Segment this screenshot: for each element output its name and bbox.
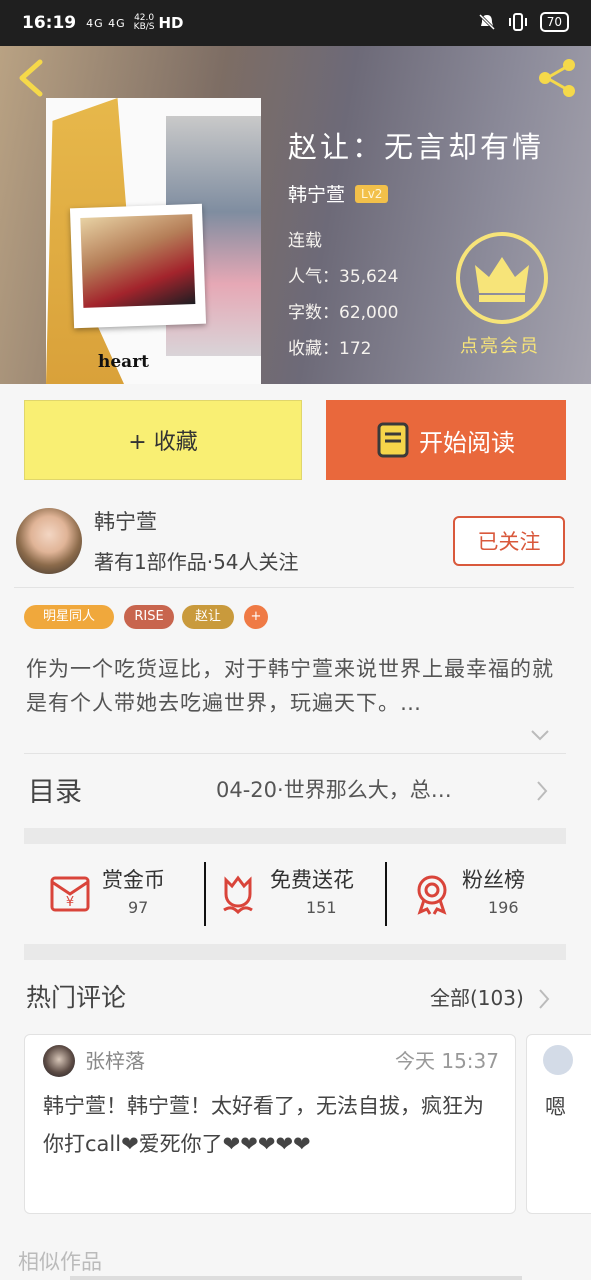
toc-label[interactable]: 目录 <box>28 770 82 809</box>
favorite-count: 收藏：172 <box>288 339 372 359</box>
comment-card[interactable]: 张梓落 今天 15:37 韩宁萱！韩宁萱！太好看了，无法自拔，疯狂为你打call… <box>24 1034 516 1214</box>
author-card-name[interactable]: 韩宁萱 <box>94 506 157 536</box>
mute-icon <box>478 13 495 31</box>
status-bar: 16:19 4G 4G 42.0 KB/S HD 70 <box>0 0 591 46</box>
stat-separator <box>385 862 387 926</box>
stat-flower-value: 151 <box>306 898 337 917</box>
start-reading-label: 开始阅读 <box>419 428 515 457</box>
stat-reward-label: 赏金币 <box>102 868 165 892</box>
book-cover[interactable]: heart <box>46 98 261 384</box>
battery-indicator: 70 <box>539 12 569 32</box>
hot-comments-title: 热门评论 <box>26 983 127 1012</box>
book-icon <box>377 422 409 458</box>
stat-separator <box>204 862 206 926</box>
section-band <box>24 944 566 960</box>
all-comments-link[interactable]: 全部(103) <box>430 982 524 1011</box>
follow-button[interactable]: 已关注 <box>453 516 565 566</box>
author-name[interactable]: 韩宁萱 <box>288 180 345 207</box>
stat-reward-value: 97 <box>128 898 149 917</box>
red-envelope-icon: ¥ <box>50 876 90 912</box>
commenter-avatar[interactable] <box>543 1045 573 1075</box>
polaroid-image <box>80 214 196 308</box>
book-description: 作为一个吃货逗比，对于韩宁萱来说世界上最幸福的就是有个人带她去吃遍世界，玩遍天下… <box>26 657 554 715</box>
network-speed: 42.0 KB/S <box>134 14 155 32</box>
start-reading-button[interactable]: 开始阅读 <box>326 400 566 480</box>
tag-rise[interactable]: RISE <box>124 605 174 629</box>
comment-card[interactable]: 嗯 <box>526 1034 591 1214</box>
section-band <box>24 828 566 844</box>
medal-icon <box>417 875 447 915</box>
toc-latest-chapter[interactable]: 04-20·世界那么大，总… <box>216 774 452 804</box>
divider <box>14 587 574 588</box>
divider <box>70 1276 522 1280</box>
similar-works-title: 相似作品 <box>18 1250 102 1274</box>
flower-icon <box>223 875 253 915</box>
vip-label[interactable]: 点亮会员 <box>460 332 540 358</box>
comment-time: 今天 15:37 <box>395 1049 499 1073</box>
signal-indicator: 4G 4G <box>86 16 126 30</box>
cover-polaroid <box>69 203 207 329</box>
add-tag-button[interactable]: + <box>244 605 268 629</box>
commenter-avatar[interactable] <box>43 1045 75 1077</box>
author-card-info: 著有1部作品·54人关注 <box>94 550 299 574</box>
share-icon[interactable] <box>535 56 579 100</box>
comment-text: 嗯 <box>545 1095 566 1119</box>
serial-status: 连载 <box>288 231 322 251</box>
cover-caption: heart <box>98 352 149 372</box>
commenter-name[interactable]: 张梓落 <box>85 1045 145 1074</box>
book-author: 韩宁萱 Lv2 <box>288 180 389 207</box>
status-time: 16:19 <box>22 13 77 33</box>
book-title: 赵让：无言却有情 <box>288 130 545 164</box>
back-arrow-icon[interactable] <box>14 58 50 98</box>
chevron-down-icon[interactable] <box>530 728 550 742</box>
tag-zhaorang[interactable]: 赵让 <box>182 605 234 629</box>
book-header: heart 赵让：无言却有情 韩宁萱 Lv2 连载 人气：35,624 字数：6… <box>0 46 591 384</box>
stat-fans-value: 196 <box>488 898 519 917</box>
stat-fans-label: 粉丝榜 <box>462 868 525 892</box>
network-speed-unit: KB/S <box>133 22 155 32</box>
hd-indicator: HD <box>158 14 184 32</box>
comment-text: 韩宁萱！韩宁萱！太好看了，无法自拔，疯狂为你打call❤爱死你了❤❤❤❤❤ <box>43 1094 484 1156</box>
svg-text:¥: ¥ <box>66 895 74 910</box>
tag-genre[interactable]: 明星同人 <box>24 605 114 629</box>
author-avatar[interactable] <box>16 508 82 574</box>
divider <box>24 753 566 754</box>
chevron-right-icon[interactable] <box>536 780 548 802</box>
favorite-button[interactable]: + 收藏 <box>24 400 302 480</box>
level-badge: Lv2 <box>355 184 389 203</box>
chevron-right-icon[interactable] <box>538 988 550 1010</box>
popularity-count: 人气：35,624 <box>288 267 399 287</box>
vibrate-icon <box>508 13 527 31</box>
stat-flower-label: 免费送花 <box>270 868 354 892</box>
crown-icon[interactable] <box>455 231 549 325</box>
word-count: 字数：62,000 <box>288 303 399 323</box>
